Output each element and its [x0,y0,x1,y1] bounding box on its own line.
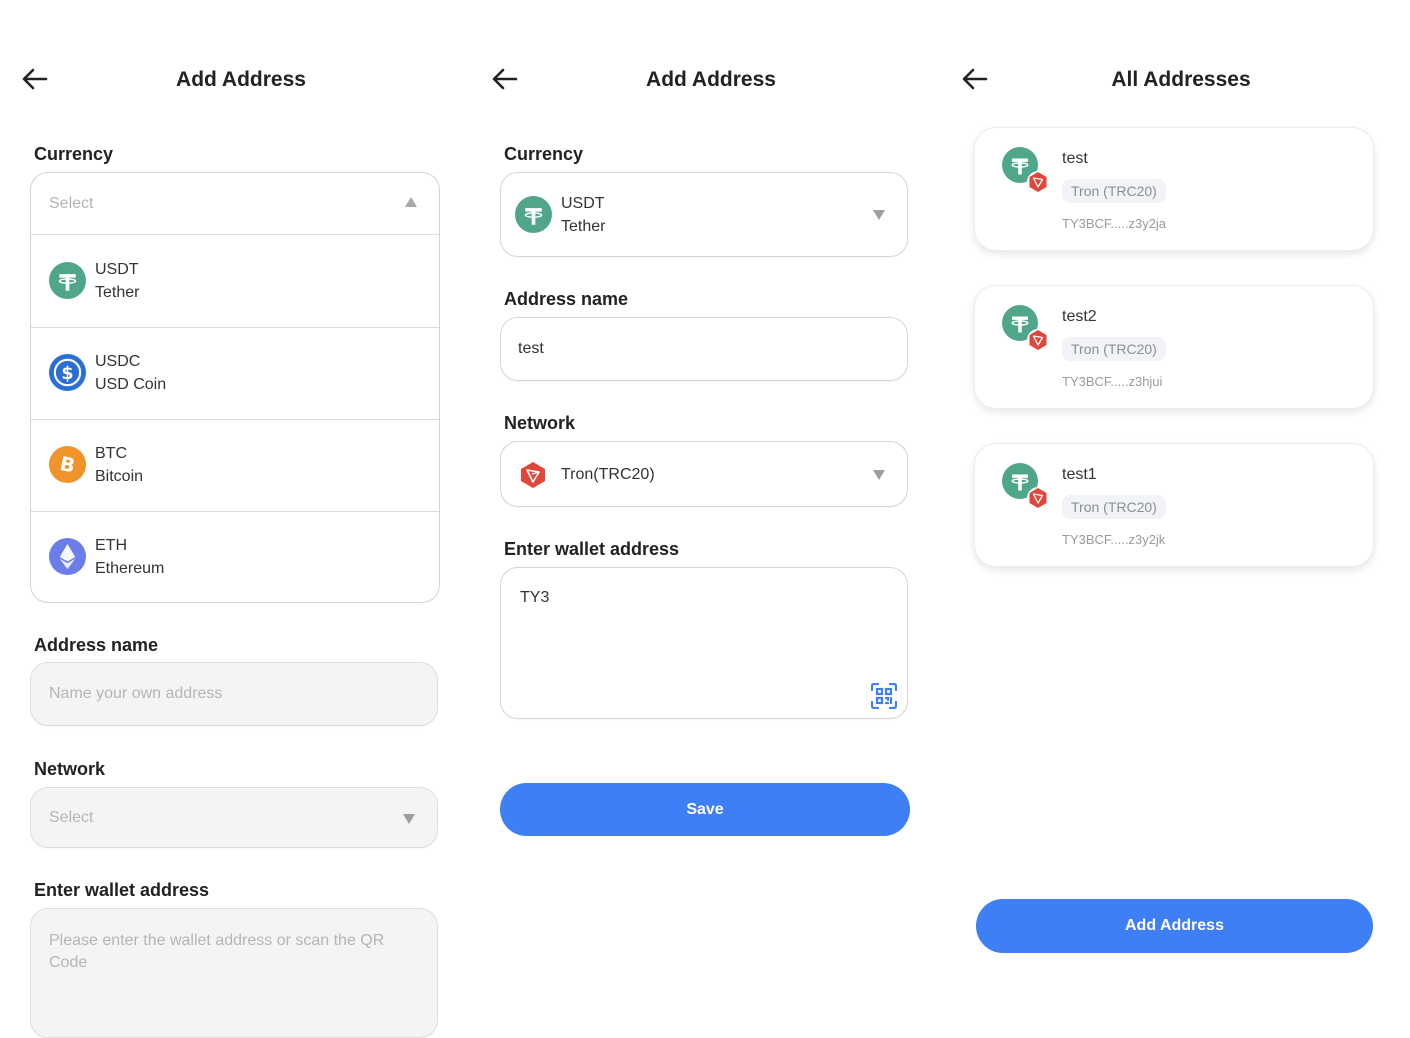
currency-placeholder: Select [49,195,94,212]
currency-select[interactable]: USDT Tether [500,172,908,257]
currency-option-usdt[interactable]: USDT Tether [31,235,439,328]
address-card[interactable]: test2 Tron (TRC20) TY3BCF.....z3hjui [974,285,1374,409]
add-address-screen-filled: Add Address Currency USDT Tether Address… [470,0,940,1014]
wallet-address-label: Enter wallet address [34,880,210,900]
wallet-address-label: Enter wallet address [504,539,680,559]
network-placeholder: Select [49,809,94,826]
tether-tron-avatar-icon [1002,463,1049,509]
address-name-label: Address name [34,635,159,655]
wallet-address: TY3BCF.....z3y2jk [1062,532,1166,547]
save-button[interactable]: Save [500,783,910,836]
caret-up-icon [405,197,417,207]
network-badge: Tron (TRC20) [1062,179,1166,203]
address-name-value: test [518,340,544,357]
wallet-address: TY3BCF.....z3hjui [1062,374,1163,389]
address-card[interactable]: test Tron (TRC20) TY3BCF.....z3y2ja [974,127,1374,251]
page-title: Add Address [176,68,306,91]
caret-down-icon [403,814,415,824]
usdc-icon: $ [49,354,86,391]
tether-icon [49,262,86,299]
currency-option-eth[interactable]: ETH Ethereum [31,511,439,602]
address-card[interactable]: test1 Tron (TRC20) TY3BCF.....z3y2jk [974,443,1374,567]
currency-label: Currency [34,144,114,164]
tether-tron-avatar-icon [1002,305,1049,351]
network-value: Tron(TRC20) [561,466,655,483]
currency-symbol: USDC [95,353,141,370]
page-title: All Addresses [1111,68,1251,91]
wallet-address-input[interactable]: TY3 [500,567,908,719]
network-select[interactable]: Select [30,787,438,848]
address-name-placeholder: Name your own address [49,685,223,702]
currency-name: Bitcoin [95,468,144,485]
network-label: Network [504,413,576,433]
currency-label: Currency [504,144,584,164]
network-badge: Tron (TRC20) [1062,495,1166,519]
add-address-button[interactable]: Add Address [976,899,1373,953]
currency-option-usdc[interactable]: $ USDC USD Coin [31,327,439,420]
page-title: Add Address [646,68,776,91]
currency-symbol: ETH [95,537,127,554]
network-label: Network [34,759,106,779]
address-name: test1 [1062,466,1097,483]
wallet-address: TY3BCF.....z3y2ja [1062,216,1167,231]
svg-text:$: $ [61,364,73,384]
caret-down-icon [873,470,885,480]
currency-symbol: USDT [561,195,605,212]
currency-option-btc[interactable]: B BTC Bitcoin [31,419,439,512]
currency-name: Tether [561,218,606,235]
bitcoin-icon: B [49,446,86,483]
tether-tron-avatar-icon [1002,147,1049,193]
qr-scan-icon[interactable] [870,682,898,710]
currency-name: Ethereum [95,560,165,577]
address-name-input[interactable]: Name your own address [30,662,438,726]
currency-symbol: BTC [95,445,127,462]
tron-icon [519,461,547,489]
currency-select[interactable]: Select [31,173,439,235]
address-name: test [1062,150,1088,167]
currency-dropdown[interactable]: Select USDT Tether $ USDC USD Coin B BTC… [30,172,440,603]
network-badge: Tron (TRC20) [1062,337,1166,361]
wallet-address-value: TY3 [520,589,550,606]
address-name-input[interactable]: test [500,317,908,381]
network-select[interactable]: Tron(TRC20) [500,441,908,507]
currency-symbol: USDT [95,261,139,278]
wallet-address-input[interactable]: Please enter the wallet address or scan … [30,908,438,1038]
currency-name: Tether [95,284,140,301]
currency-name: USD Coin [95,376,167,393]
caret-down-icon [873,210,885,220]
address-name: test2 [1062,308,1097,325]
ethereum-icon [49,538,86,575]
wallet-address-placeholder: Please enter the wallet address or scan … [49,932,385,971]
tether-icon [515,196,552,233]
address-name-label: Address name [504,289,629,309]
add-address-screen-empty: Add Address Currency Select USDT Tether … [0,0,470,1038]
